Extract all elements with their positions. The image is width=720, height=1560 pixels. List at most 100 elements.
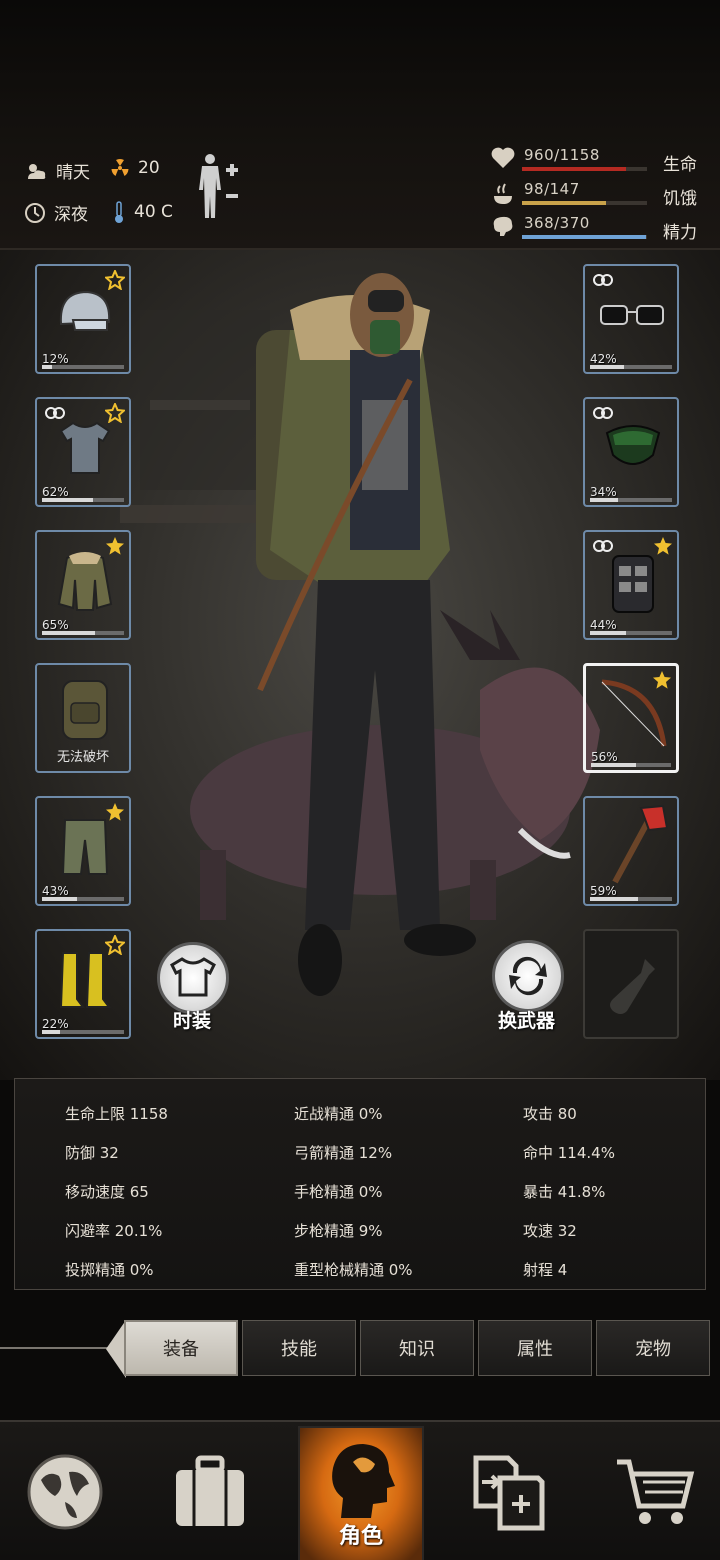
nav-trade[interactable] bbox=[448, 1422, 568, 1560]
weapon-primary-slot[interactable]: 56% bbox=[583, 663, 679, 773]
durability-percent: 62% bbox=[42, 485, 69, 499]
stat-dodge: 闪避率 20.1% bbox=[65, 1222, 163, 1240]
stat-melee: 近战精通 0% bbox=[294, 1105, 383, 1123]
consumable-slot[interactable] bbox=[583, 929, 679, 1039]
health-vital: 960/1158 生命 bbox=[490, 146, 710, 178]
character-icon bbox=[332, 1444, 395, 1518]
pants-slot[interactable]: 43% bbox=[35, 796, 131, 906]
hunger-bar bbox=[522, 201, 647, 205]
helmet-icon bbox=[59, 290, 111, 331]
tab-knowledge[interactable]: 知识 bbox=[360, 1320, 474, 1376]
active-tab-arrow bbox=[106, 1320, 126, 1378]
stat-range: 射程 4 bbox=[523, 1261, 568, 1279]
gas-mask-icon bbox=[605, 425, 661, 465]
nav-character[interactable]: 角色 bbox=[298, 1426, 424, 1560]
durability-bar bbox=[42, 631, 124, 635]
star-filled-icon bbox=[654, 537, 672, 555]
body-status-button[interactable] bbox=[196, 152, 244, 220]
temperature-value: 40 C bbox=[134, 202, 173, 222]
armor-vest-icon bbox=[612, 555, 654, 613]
durability-bar bbox=[42, 897, 124, 901]
swap-icon bbox=[509, 956, 547, 996]
durability-percent: 56% bbox=[591, 750, 618, 764]
outfit-label: 时装 bbox=[173, 1010, 212, 1032]
durability-bar bbox=[590, 498, 672, 502]
durability-percent: 44% bbox=[590, 618, 617, 632]
star-filled-icon bbox=[106, 537, 124, 555]
clock-icon bbox=[25, 202, 45, 223]
jacket-icon bbox=[57, 552, 113, 611]
durability-percent: 34% bbox=[590, 485, 617, 499]
hunger-value: 98/147 bbox=[524, 180, 580, 198]
durability-bar bbox=[42, 365, 124, 369]
durability-bar bbox=[590, 365, 672, 369]
nav-map[interactable] bbox=[5, 1422, 125, 1560]
tab-attributes[interactable]: 属性 bbox=[478, 1320, 592, 1376]
radiation-icon bbox=[111, 159, 129, 176]
health-label: 生命 bbox=[663, 155, 697, 175]
jacket-slot[interactable]: 65% bbox=[35, 530, 131, 640]
durability-percent: 43% bbox=[42, 884, 69, 898]
health-value: 960/1158 bbox=[524, 146, 600, 164]
pants-icon bbox=[61, 819, 109, 875]
durability-bar bbox=[42, 498, 124, 502]
boots-icon bbox=[59, 952, 111, 1008]
hunger-vital: 98/147 饥饿 bbox=[490, 180, 710, 212]
star-outline-icon bbox=[105, 403, 125, 423]
swap-weapon-button[interactable] bbox=[492, 940, 564, 1012]
tshirt-icon bbox=[59, 421, 111, 474]
mask-slot[interactable]: 34% bbox=[583, 397, 679, 507]
stat-heavy-weapons: 重型枪械精通 0% bbox=[294, 1261, 413, 1279]
sun-cloud-icon bbox=[28, 163, 46, 179]
durability-bar bbox=[590, 897, 672, 901]
cart-icon bbox=[617, 1459, 695, 1524]
star-outline-icon bbox=[105, 270, 125, 290]
nav-inventory[interactable] bbox=[150, 1422, 270, 1560]
stat-throwing: 投掷精通 0% bbox=[65, 1261, 154, 1279]
fire-axe-icon bbox=[612, 804, 669, 884]
durability-bar bbox=[591, 763, 671, 767]
energy-label: 精力 bbox=[663, 223, 697, 243]
shirt-slot[interactable]: 62% bbox=[35, 397, 131, 507]
heart-icon bbox=[491, 147, 515, 168]
unbreakable-note: 无法破坏 bbox=[56, 750, 109, 765]
tab-divider-line bbox=[0, 1347, 110, 1349]
boots-slot[interactable]: 22% bbox=[35, 929, 131, 1039]
hunger-label: 饥饿 bbox=[663, 189, 697, 209]
character-tabs: 装备 技能 知识 属性 宠物 bbox=[0, 1318, 720, 1378]
durability-percent: 12% bbox=[42, 352, 69, 366]
swap-weapon-label: 换武器 bbox=[498, 1010, 556, 1032]
food-icon bbox=[494, 183, 512, 204]
backpack-slot[interactable]: 无法破坏 bbox=[35, 663, 131, 773]
outfit-button[interactable] bbox=[157, 942, 229, 1014]
nav-shop[interactable] bbox=[595, 1422, 715, 1560]
tab-equipment[interactable]: 装备 bbox=[124, 1320, 238, 1376]
sunglasses-icon bbox=[600, 305, 664, 325]
tab-skills[interactable]: 技能 bbox=[242, 1320, 356, 1376]
tshirt-icon bbox=[170, 957, 216, 997]
nav-character-label: 角色 bbox=[338, 1524, 383, 1549]
health-bar bbox=[522, 167, 647, 171]
stat-accuracy: 命中 114.4% bbox=[523, 1144, 615, 1162]
vest-slot[interactable]: 44% bbox=[583, 530, 679, 640]
eyewear-slot[interactable]: 42% bbox=[583, 264, 679, 374]
durability-percent: 65% bbox=[42, 618, 69, 632]
stat-attack-speed: 攻速 32 bbox=[523, 1222, 577, 1240]
energy-vital: 368/370 精力 bbox=[490, 214, 710, 246]
time-text: 深夜 bbox=[54, 205, 88, 225]
bottle-icon bbox=[610, 959, 655, 1014]
tab-pets[interactable]: 宠物 bbox=[596, 1320, 710, 1376]
status-header: 晴天 20 深夜 40 C 960/1158 生命 98/147 饥饿 368/… bbox=[0, 0, 720, 250]
durability-percent: 22% bbox=[42, 1017, 69, 1031]
weather-status: 晴天 bbox=[24, 158, 90, 183]
weather-text: 晴天 bbox=[56, 163, 90, 183]
helmet-slot[interactable]: 12% bbox=[35, 264, 131, 374]
stat-attack: 攻击 80 bbox=[523, 1105, 577, 1123]
energy-value: 368/370 bbox=[524, 214, 590, 232]
durability-percent: 42% bbox=[590, 352, 617, 366]
weapon-secondary-slot[interactable]: 59% bbox=[583, 796, 679, 906]
stat-move-speed: 移动速度 65 bbox=[65, 1183, 149, 1201]
star-filled-icon bbox=[653, 671, 671, 689]
backpack-icon bbox=[62, 680, 108, 740]
bottom-navigation: 角色 bbox=[0, 1420, 720, 1560]
